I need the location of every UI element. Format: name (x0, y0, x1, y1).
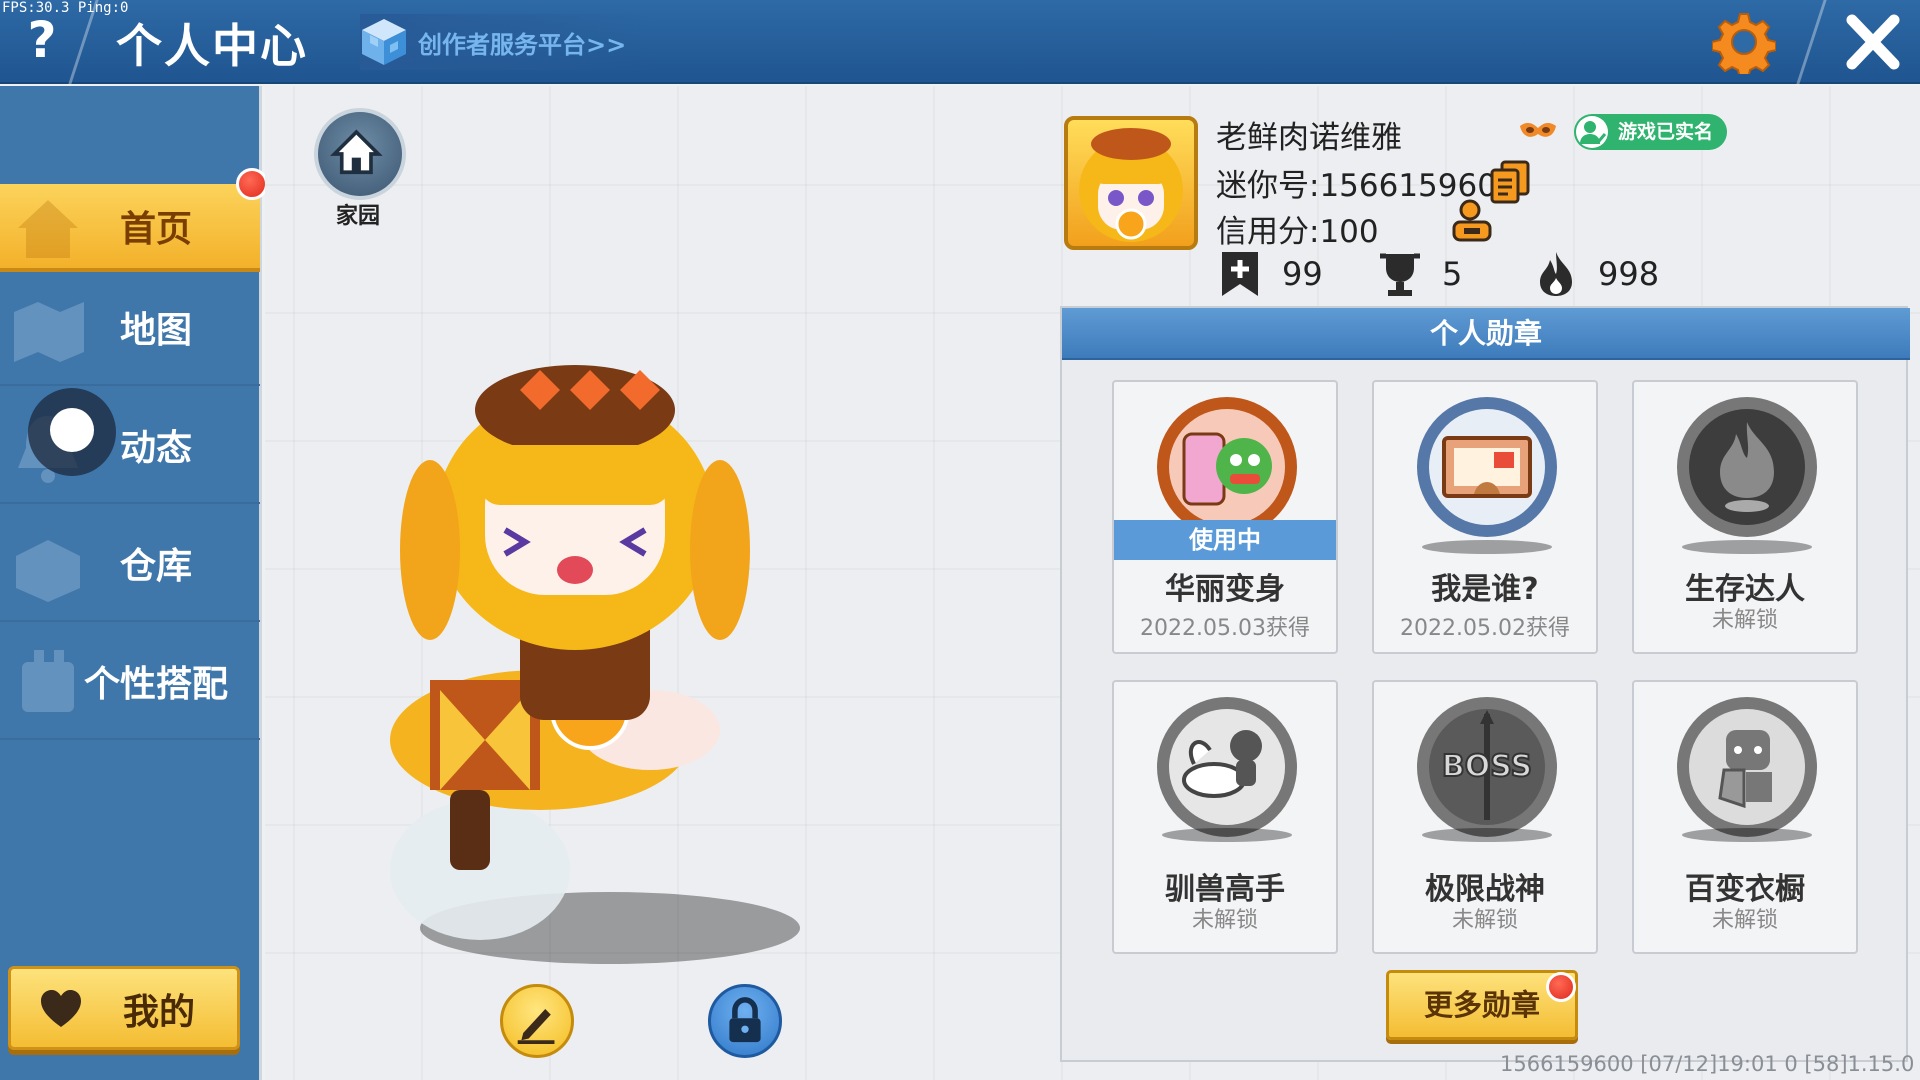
sidebar-item-storage[interactable]: 仓库 (0, 506, 260, 622)
medal-shadow (1422, 540, 1552, 554)
flame-icon (1540, 252, 1572, 296)
stat-value: 5 (1442, 255, 1463, 293)
top-bar: FPS:30.3 Ping:0 ? 个人中心 创作者服务平台>> (0, 0, 1920, 84)
copy-icon[interactable] (1490, 160, 1530, 204)
medal-status: 未解锁 (1711, 608, 1778, 633)
medal-date: 2022.05.02获得 (1400, 616, 1570, 641)
credit-score: 信用分:100 (1216, 214, 1379, 250)
sidebar-item-label: 首页 (120, 209, 193, 250)
medal-status: 未解锁 (1191, 908, 1258, 933)
stat-favorites: 99 (1218, 250, 1323, 298)
notification-dot (236, 168, 268, 200)
medal-name: 华丽变身 (1165, 572, 1285, 607)
medal-status: 未解锁 (1711, 908, 1778, 933)
sidebar-item-outfit[interactable]: 个性搭配 (0, 624, 260, 740)
bookmark-plus-icon (1222, 252, 1258, 296)
sidebar-item-home[interactable]: 首页 (0, 184, 260, 268)
dinosaur-medal-icon (1157, 397, 1297, 537)
medal-status: 未解锁 (1451, 908, 1518, 933)
stat-trophies: 5 (1378, 250, 1462, 298)
heart-icon (41, 990, 81, 1027)
medal-panel-title: 个人勋章 (1062, 308, 1910, 360)
wardrobe-medal-icon (1677, 697, 1817, 837)
verified-badge: 游戏已实名 (1574, 114, 1728, 150)
fire-medal-icon (1677, 397, 1817, 537)
stat-value: 998 (1598, 255, 1660, 293)
verified-label: 游戏已实名 (1618, 121, 1714, 143)
creator-link-label: 创作者服务平台>> (418, 30, 627, 59)
trophy-icon (1380, 253, 1420, 296)
tamer-medal-icon (1157, 697, 1297, 837)
medal-shadow (1162, 828, 1292, 842)
close-divider (1796, 0, 1827, 84)
profile-name: 老鲜肉诺维雅 (1216, 120, 1402, 156)
boss-medal-icon: BOSS (1417, 697, 1557, 837)
letter-medal-icon (1417, 397, 1557, 537)
edit-button[interactable] (500, 984, 574, 1058)
sidebar-item-label: 个性搭配 (84, 664, 229, 705)
sidebar: 首页 地图 动态 仓库 个性搭配 (0, 86, 268, 1080)
shirt-icon (22, 650, 74, 712)
gear-icon[interactable] (1712, 10, 1776, 74)
avatar (1079, 128, 1183, 242)
sidebar-item-map[interactable]: 地图 (0, 270, 260, 386)
profile-avatar[interactable] (1064, 116, 1198, 250)
medal-date: 2022.05.03获得 (1140, 616, 1310, 641)
medal-shadow (1682, 540, 1812, 554)
creator-platform-link[interactable]: 创作者服务平台>> (360, 14, 657, 70)
pencil-icon (517, 1009, 555, 1044)
my-button-label: 我的 (123, 992, 196, 1033)
medal-card[interactable]: 百变衣橱 未解锁 (1632, 680, 1858, 954)
lock-button[interactable] (708, 984, 782, 1058)
notification-dot (1546, 972, 1576, 1002)
page-title: 个人中心 (116, 19, 308, 73)
stat-value: 99 (1282, 255, 1323, 293)
medal-card[interactable]: BOSS 极限战神 未解锁 (1372, 680, 1598, 954)
medal-card[interactable]: 驯兽高手 未解锁 (1112, 680, 1338, 954)
house-icon (18, 200, 78, 258)
sidebar-item-label: 地图 (120, 310, 193, 351)
medal-panel: 个人勋章 使用中 华丽变身 2022.05.03获得 我是谁? 2022.05.… (1060, 306, 1910, 1062)
touch-indicator (28, 388, 116, 476)
map-icon (14, 302, 84, 362)
house-icon (330, 129, 383, 175)
medal-shadow (1422, 828, 1552, 842)
player-avatar (390, 365, 800, 964)
medal-card[interactable]: 使用中 华丽变身 2022.05.03获得 (1112, 380, 1338, 654)
sidebar-item-label: 动态 (120, 428, 193, 469)
cube-icon (362, 19, 406, 65)
stat-popularity: 998 (1534, 250, 1659, 298)
in-use-label: 使用中 (1114, 520, 1336, 560)
box-icon (16, 540, 80, 602)
medal-card[interactable]: 生存达人 未解锁 (1632, 380, 1858, 654)
sidebar-item-label: 仓库 (120, 546, 193, 587)
home-label: 家园 (336, 204, 381, 229)
lock-icon (729, 997, 761, 1043)
footer-info: 1566159600 [07/12]19:01 0 [58]1.15.0 (1500, 1052, 1915, 1076)
my-button[interactable]: 我的 (8, 966, 240, 1050)
close-icon[interactable] (1838, 10, 1908, 74)
medal-name: 我是谁? (1431, 572, 1539, 607)
medal-shadow (1682, 828, 1812, 842)
home-button[interactable] (314, 108, 406, 200)
svg-text:BOSS: BOSS (1442, 749, 1532, 784)
user-check-icon (1576, 116, 1608, 148)
help-button[interactable]: ? (14, 10, 70, 70)
medal-card[interactable]: 我是谁? 2022.05.02获得 (1372, 380, 1598, 654)
add-friend-icon[interactable] (1448, 198, 1496, 242)
mask-icon[interactable] (1518, 120, 1558, 142)
